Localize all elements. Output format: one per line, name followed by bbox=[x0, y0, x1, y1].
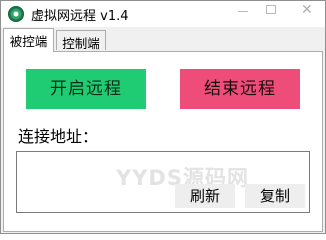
minimize-button[interactable] bbox=[229, 1, 259, 21]
tab-controlled[interactable]: 被控端 bbox=[3, 28, 54, 52]
controlled-panel: 开启远程 结束远程 连接地址： YYDS源码网 刷新 复制 bbox=[3, 51, 323, 232]
tab-controller[interactable]: 控制端 bbox=[56, 30, 106, 51]
close-icon: ✕ bbox=[301, 2, 313, 18]
app-window: 虚拟网远程 v1.4 ✕ 被控端 控制端 开启远程 结束远程 连接地址： YYD… bbox=[0, 0, 326, 234]
copy-button[interactable]: 复制 bbox=[245, 184, 305, 208]
refresh-button[interactable]: 刷新 bbox=[175, 184, 235, 208]
stop-remote-button[interactable]: 结束远程 bbox=[180, 69, 300, 109]
maximize-button[interactable] bbox=[257, 1, 287, 21]
app-logo-icon bbox=[8, 6, 24, 22]
title-bar: 虚拟网远程 v1.4 ✕ bbox=[1, 1, 325, 27]
window-title: 虚拟网远程 v1.4 bbox=[31, 9, 129, 24]
start-remote-button[interactable]: 开启远程 bbox=[26, 69, 146, 109]
connection-address-label: 连接地址： bbox=[18, 127, 99, 146]
close-button[interactable]: ✕ bbox=[287, 1, 325, 21]
